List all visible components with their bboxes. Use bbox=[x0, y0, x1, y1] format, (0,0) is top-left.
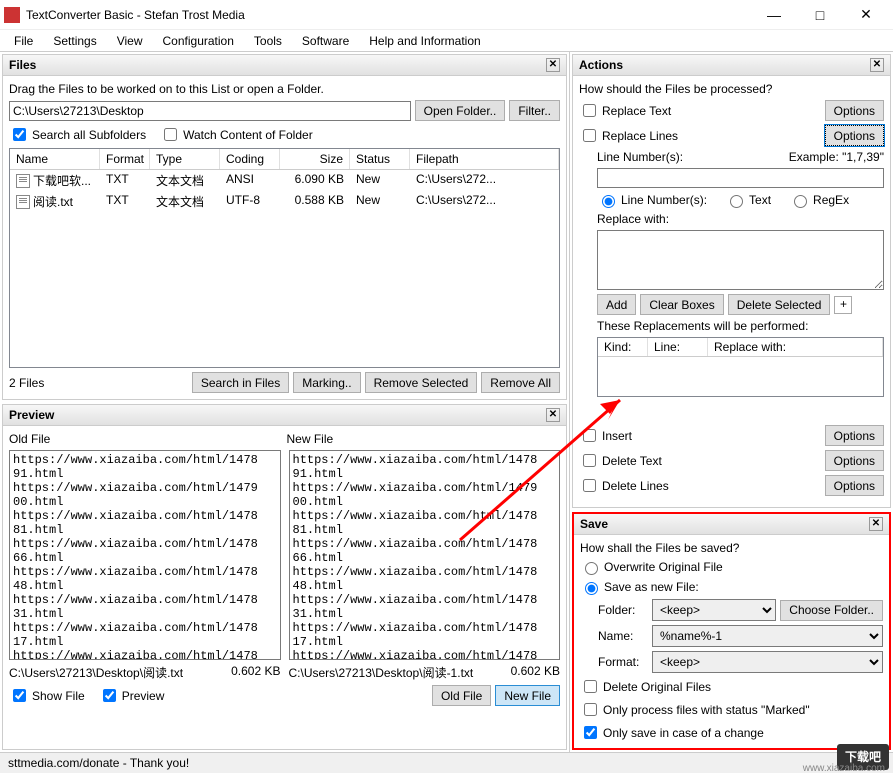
add-button[interactable]: Add bbox=[597, 294, 636, 315]
new-file-size: 0.602 KB bbox=[511, 664, 560, 681]
col-kind[interactable]: Kind: bbox=[598, 338, 648, 356]
open-folder-button[interactable]: Open Folder.. bbox=[415, 100, 506, 121]
remove-all-button[interactable]: Remove All bbox=[481, 372, 560, 393]
clear-boxes-button[interactable]: Clear Boxes bbox=[640, 294, 723, 315]
table-row[interactable]: 阅读.txt TXT 文本文档 UTF-8 0.588 KB New C:\Us… bbox=[10, 191, 559, 212]
search-in-files-button[interactable]: Search in Files bbox=[192, 372, 289, 393]
col-replace-with[interactable]: Replace with: bbox=[708, 338, 883, 356]
replace-lines-checkbox[interactable]: Replace Lines bbox=[579, 126, 821, 145]
line-numbers-radio[interactable]: Line Number(s): bbox=[597, 192, 707, 208]
save-question: How shall the Files be saved? bbox=[580, 541, 883, 555]
preview-panel-close-icon[interactable]: ✕ bbox=[546, 408, 560, 422]
delete-selected-button[interactable]: Delete Selected bbox=[728, 294, 831, 315]
new-file-label: New File bbox=[287, 432, 561, 446]
file-icon bbox=[16, 195, 30, 209]
col-filepath[interactable]: Filepath bbox=[410, 149, 559, 169]
file-icon bbox=[16, 174, 30, 188]
text-radio[interactable]: Text bbox=[725, 192, 771, 208]
app-icon bbox=[4, 7, 20, 23]
delete-original-checkbox[interactable]: Delete Original Files bbox=[580, 677, 883, 696]
replace-text-checkbox[interactable]: Replace Text bbox=[579, 101, 821, 120]
menu-software[interactable]: Software bbox=[292, 32, 359, 50]
actions-panel-close-icon[interactable]: ✕ bbox=[870, 58, 884, 72]
replace-with-textarea[interactable] bbox=[597, 230, 884, 290]
line-numbers-label: Line Number(s): bbox=[597, 150, 785, 164]
col-format[interactable]: Format bbox=[100, 149, 150, 169]
file-count: 2 Files bbox=[9, 376, 188, 390]
replacements-performed-label: These Replacements will be performed: bbox=[597, 319, 884, 333]
watch-folder-checkbox[interactable]: Watch Content of Folder bbox=[160, 125, 313, 144]
show-file-checkbox[interactable]: Show File bbox=[9, 686, 85, 705]
close-button[interactable]: ✕ bbox=[843, 0, 889, 30]
window-title: TextConverter Basic - Stefan Trost Media bbox=[26, 8, 751, 22]
old-file-path: C:\Users\27213\Desktop\阅读.txt bbox=[9, 664, 231, 681]
minimize-button[interactable]: — bbox=[751, 0, 797, 30]
col-status[interactable]: Status bbox=[350, 149, 410, 169]
remove-selected-button[interactable]: Remove Selected bbox=[365, 372, 478, 393]
replace-lines-options-button[interactable]: Options bbox=[825, 125, 884, 146]
col-coding[interactable]: Coding bbox=[220, 149, 280, 169]
actions-panel-title: Actions bbox=[579, 58, 623, 72]
insert-checkbox[interactable]: Insert bbox=[579, 426, 821, 445]
files-panel-title: Files bbox=[9, 58, 36, 72]
folder-select[interactable]: <keep> bbox=[652, 599, 776, 621]
name-select[interactable]: %name%-1 bbox=[652, 625, 883, 647]
delete-text-checkbox[interactable]: Delete Text bbox=[579, 451, 821, 470]
save-as-new-radio[interactable]: Save as new File: bbox=[580, 579, 883, 595]
preview-panel-title: Preview bbox=[9, 408, 54, 422]
menu-tools[interactable]: Tools bbox=[244, 32, 292, 50]
files-hint: Drag the Files to be worked on to this L… bbox=[9, 82, 560, 96]
delete-lines-checkbox[interactable]: Delete Lines bbox=[579, 476, 821, 495]
old-file-label: Old File bbox=[9, 432, 283, 446]
delete-lines-options-button[interactable]: Options bbox=[825, 475, 884, 496]
old-file-size: 0.602 KB bbox=[231, 664, 280, 681]
regex-radio[interactable]: RegEx bbox=[789, 192, 849, 208]
col-size[interactable]: Size bbox=[280, 149, 350, 169]
overwrite-radio[interactable]: Overwrite Original File bbox=[580, 559, 883, 575]
col-line[interactable]: Line: bbox=[648, 338, 708, 356]
menubar: File Settings View Configuration Tools S… bbox=[0, 30, 893, 52]
status-bar: sttmedia.com/donate - Thank you! bbox=[0, 752, 893, 773]
watermark-url: www.xiazaiba.com bbox=[803, 763, 885, 774]
format-select[interactable]: <keep> bbox=[652, 651, 883, 673]
format-label: Format: bbox=[598, 655, 648, 669]
marking-button[interactable]: Marking.. bbox=[293, 372, 360, 393]
menu-settings[interactable]: Settings bbox=[43, 32, 106, 50]
plus-icon[interactable]: + bbox=[834, 296, 852, 314]
new-file-textarea[interactable]: https://www.xiazaiba.com/html/1478 91.ht… bbox=[289, 450, 561, 660]
save-panel-close-icon[interactable]: ✕ bbox=[869, 517, 883, 531]
filter-button[interactable]: Filter.. bbox=[509, 100, 560, 121]
line-numbers-input[interactable] bbox=[597, 168, 884, 188]
folder-label: Folder: bbox=[598, 603, 648, 617]
delete-text-options-button[interactable]: Options bbox=[825, 450, 884, 471]
line-numbers-example: Example: "1,7,39" bbox=[789, 150, 884, 164]
replace-text-options-button[interactable]: Options bbox=[825, 100, 884, 121]
insert-options-button[interactable]: Options bbox=[825, 425, 884, 446]
files-panel-close-icon[interactable]: ✕ bbox=[546, 58, 560, 72]
actions-question: How should the Files be processed? bbox=[579, 82, 884, 96]
choose-folder-button[interactable]: Choose Folder.. bbox=[780, 600, 883, 621]
name-label: Name: bbox=[598, 629, 648, 643]
files-listview[interactable]: Name Format Type Coding Size Status File… bbox=[9, 148, 560, 368]
new-file-path: C:\Users\27213\Desktop\阅读-1.txt bbox=[289, 664, 511, 681]
only-marked-checkbox[interactable]: Only process files with status "Marked" bbox=[580, 700, 883, 719]
replace-with-label: Replace with: bbox=[597, 212, 884, 226]
col-type[interactable]: Type bbox=[150, 149, 220, 169]
search-subfolders-checkbox[interactable]: Search all Subfolders bbox=[9, 125, 146, 144]
old-file-button[interactable]: Old File bbox=[432, 685, 491, 706]
table-row[interactable]: 下载吧软... TXT 文本文档 ANSI 6.090 KB New C:\Us… bbox=[10, 170, 559, 191]
save-panel-title: Save bbox=[580, 517, 608, 531]
folder-path-input[interactable] bbox=[9, 101, 411, 121]
menu-configuration[interactable]: Configuration bbox=[153, 32, 244, 50]
menu-view[interactable]: View bbox=[107, 32, 153, 50]
new-file-button[interactable]: New File bbox=[495, 685, 560, 706]
only-change-checkbox[interactable]: Only save in case of a change bbox=[580, 723, 883, 742]
maximize-button[interactable]: □ bbox=[797, 0, 843, 30]
col-name[interactable]: Name bbox=[10, 149, 100, 169]
replacements-list[interactable]: Kind: Line: Replace with: bbox=[597, 337, 884, 397]
menu-help[interactable]: Help and Information bbox=[359, 32, 490, 50]
menu-file[interactable]: File bbox=[4, 32, 43, 50]
old-file-textarea[interactable]: https://www.xiazaiba.com/html/1478 91.ht… bbox=[9, 450, 281, 660]
preview-checkbox[interactable]: Preview bbox=[99, 686, 165, 705]
